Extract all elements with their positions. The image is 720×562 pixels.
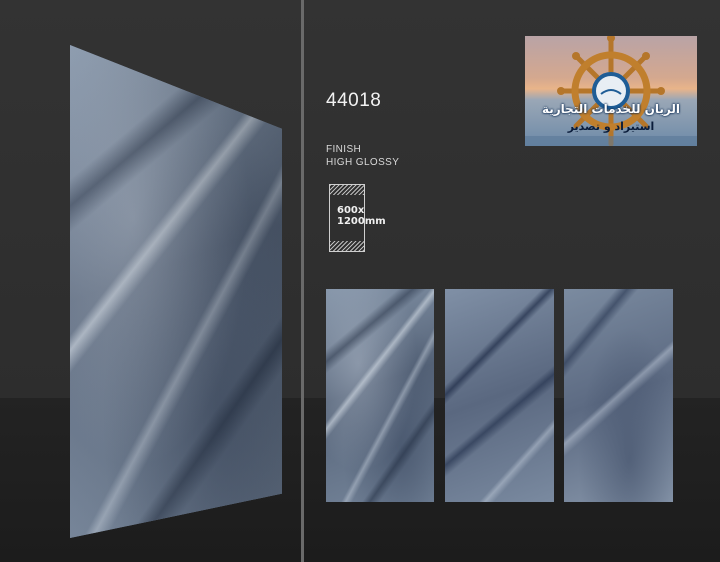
finish-value: HIGH GLOSSY [326,157,400,168]
tile-size-width: 600x [337,205,365,216]
size-icon-hatch-top [330,185,364,195]
tile-size-height: 1200mm [337,216,386,227]
size-icon-hatch-bottom [330,241,364,251]
vertical-divider [301,0,304,562]
finish-label: FINISH [326,144,362,155]
company-logo: الريان للخدمات التجارية استيراد و تصدير [525,36,697,146]
tile-size-label: 600x 1200mm [337,205,407,227]
logo-tagline: استيراد و تصدير [567,120,655,133]
tile-variant-1-image [326,289,434,502]
tile-variant-2-image [445,289,554,502]
tile-variant-3-image [564,289,673,502]
logo-company-name: الريان للخدمات التجارية [541,102,681,116]
product-code: 44018 [326,90,382,111]
large-marble-slab-image [70,45,282,538]
